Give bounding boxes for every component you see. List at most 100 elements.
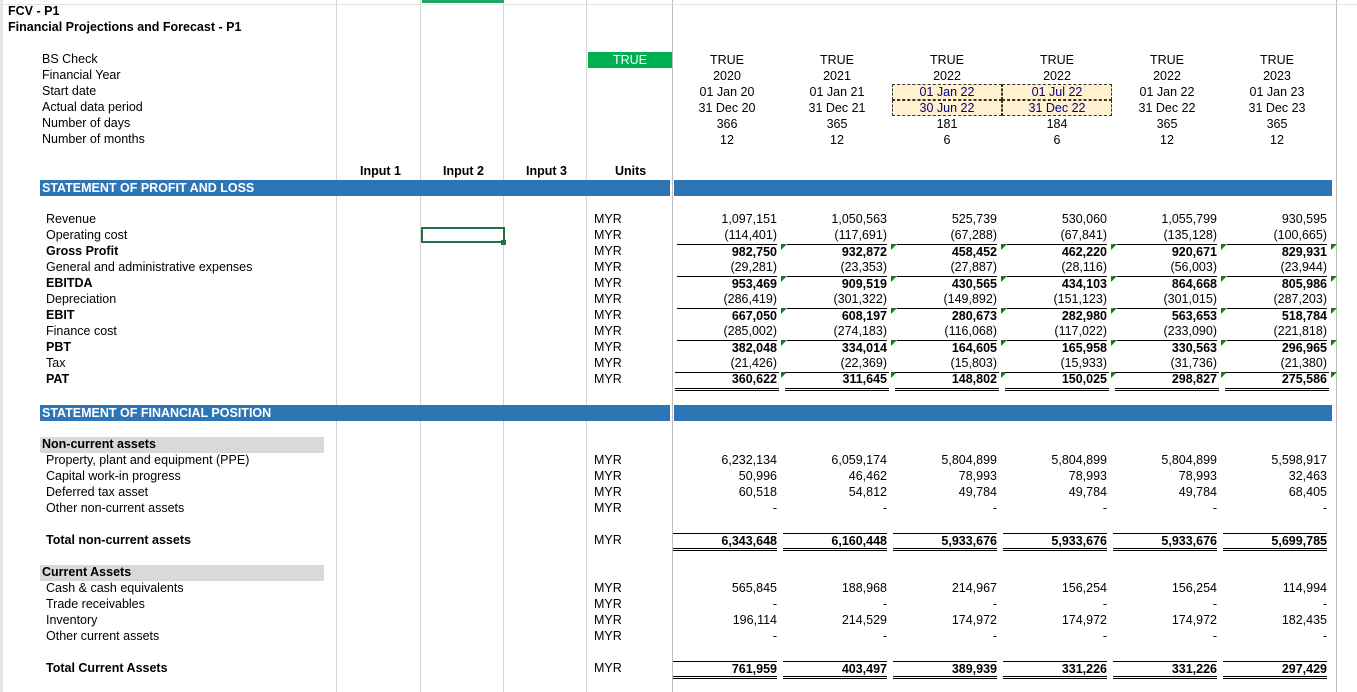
value-cell[interactable]: 182,435 (1227, 613, 1327, 628)
value-cell[interactable]: 114,994 (1227, 581, 1327, 596)
value-cell[interactable]: (56,003) (1117, 260, 1217, 275)
period-year[interactable]: 2023 (1231, 68, 1323, 84)
value-cell[interactable]: 174,972 (1007, 613, 1107, 628)
period-start[interactable]: 01 Jan 20 (681, 84, 773, 100)
value-cell[interactable]: 68,405 (1227, 485, 1327, 500)
period-months[interactable]: 12 (1231, 132, 1323, 148)
period-end[interactable]: 31 Dec 22 (1121, 100, 1213, 116)
total-value[interactable]: 5,933,676 (1003, 533, 1107, 551)
total-value[interactable]: 297,429 (1223, 661, 1327, 679)
total-value[interactable]: 5,699,785 (1223, 533, 1327, 551)
value-cell[interactable]: (117,691) (787, 228, 887, 243)
value-cell[interactable]: - (677, 501, 777, 516)
value-cell[interactable]: 49,784 (897, 485, 997, 500)
period-year[interactable]: 2022 (901, 68, 993, 84)
value-cell[interactable]: 78,993 (897, 469, 997, 484)
value-cell[interactable]: 5,804,899 (1007, 453, 1107, 468)
value-cell[interactable]: 54,812 (787, 485, 887, 500)
period-start[interactable]: 01 Jan 23 (1231, 84, 1323, 100)
period-year[interactable]: 2022 (1011, 68, 1103, 84)
value-cell[interactable]: - (897, 501, 997, 516)
value-cell[interactable]: 563,653 (1117, 308, 1217, 324)
value-cell[interactable]: 805,986 (1227, 276, 1327, 292)
total-value[interactable]: 6,343,648 (673, 533, 777, 551)
value-cell[interactable]: (23,944) (1227, 260, 1327, 275)
value-cell[interactable]: 49,784 (1007, 485, 1107, 500)
value-cell[interactable]: (135,128) (1117, 228, 1217, 243)
value-cell[interactable]: - (1227, 597, 1327, 612)
period-months[interactable]: 12 (681, 132, 773, 148)
value-cell[interactable]: (21,426) (677, 356, 777, 371)
period-months[interactable]: 6 (1011, 132, 1103, 148)
value-cell[interactable]: 60,518 (677, 485, 777, 500)
value-cell[interactable]: 46,462 (787, 469, 887, 484)
value-cell[interactable]: 49,784 (1117, 485, 1217, 500)
value-cell[interactable]: 434,103 (1007, 276, 1107, 292)
value-cell[interactable]: 462,220 (1007, 244, 1107, 260)
value-cell[interactable]: 282,980 (1007, 308, 1107, 324)
value-cell[interactable]: - (1007, 501, 1107, 516)
value-cell[interactable]: 458,452 (897, 244, 997, 260)
value-cell[interactable]: (27,887) (897, 260, 997, 275)
period-months[interactable]: 12 (1121, 132, 1213, 148)
value-cell[interactable]: 608,197 (787, 308, 887, 324)
value-cell[interactable]: (100,665) (1227, 228, 1327, 243)
value-cell[interactable]: (67,288) (897, 228, 997, 243)
period-days[interactable]: 365 (791, 116, 883, 132)
period-year[interactable]: 2022 (1121, 68, 1213, 84)
value-cell[interactable]: 518,784 (1227, 308, 1327, 324)
value-cell[interactable]: 214,967 (897, 581, 997, 596)
value-cell[interactable]: - (1117, 629, 1217, 644)
value-cell[interactable]: 275,586 (1227, 372, 1327, 387)
value-cell[interactable]: 932,872 (787, 244, 887, 260)
value-cell[interactable]: 6,059,174 (787, 453, 887, 468)
value-cell[interactable]: (285,002) (677, 324, 777, 339)
period-start[interactable]: 01 Jan 21 (791, 84, 883, 100)
value-cell[interactable]: 280,673 (897, 308, 997, 324)
value-cell[interactable]: 174,972 (897, 613, 997, 628)
value-cell[interactable]: 667,050 (677, 308, 777, 324)
value-cell[interactable]: (301,015) (1117, 292, 1217, 307)
value-cell[interactable]: 164,605 (897, 340, 997, 356)
fill-handle[interactable] (501, 240, 506, 245)
value-cell[interactable]: 5,804,899 (897, 453, 997, 468)
period-end[interactable]: 30 Jun 22 (892, 100, 1002, 116)
value-cell[interactable]: 188,968 (787, 581, 887, 596)
period-days[interactable]: 184 (1011, 116, 1103, 132)
value-cell[interactable]: - (1007, 629, 1107, 644)
value-cell[interactable]: (67,841) (1007, 228, 1107, 243)
value-cell[interactable]: 565,845 (677, 581, 777, 596)
bs-check-cell[interactable]: TRUE (588, 52, 672, 68)
value-cell[interactable]: (151,123) (1007, 292, 1107, 307)
value-cell[interactable]: 829,931 (1227, 244, 1327, 260)
value-cell[interactable]: (274,183) (787, 324, 887, 339)
period-days[interactable]: 366 (681, 116, 773, 132)
period-check[interactable]: TRUE (681, 52, 773, 68)
value-cell[interactable]: 78,993 (1007, 469, 1107, 484)
value-cell[interactable]: 909,519 (787, 276, 887, 292)
value-cell[interactable]: 330,563 (1117, 340, 1217, 356)
value-cell[interactable]: (221,818) (1227, 324, 1327, 339)
value-cell[interactable]: 930,595 (1227, 212, 1327, 227)
value-cell[interactable]: 196,114 (677, 613, 777, 628)
value-cell[interactable]: (21,380) (1227, 356, 1327, 371)
period-end[interactable]: 31 Dec 21 (791, 100, 883, 116)
value-cell[interactable]: - (787, 501, 887, 516)
value-cell[interactable]: 1,097,151 (677, 212, 777, 227)
value-cell[interactable]: 174,972 (1117, 613, 1217, 628)
value-cell[interactable]: (28,116) (1007, 260, 1107, 275)
value-cell[interactable]: 953,469 (677, 276, 777, 292)
value-cell[interactable]: 982,750 (677, 244, 777, 260)
value-cell[interactable]: (117,022) (1007, 324, 1107, 339)
value-cell[interactable]: (114,401) (677, 228, 777, 243)
value-cell[interactable]: (31,736) (1117, 356, 1217, 371)
value-cell[interactable]: 6,232,134 (677, 453, 777, 468)
period-year[interactable]: 2021 (791, 68, 883, 84)
total-value[interactable]: 761,959 (673, 661, 777, 679)
active-cell[interactable] (421, 227, 505, 243)
period-check[interactable]: TRUE (1121, 52, 1213, 68)
value-cell[interactable]: 360,622 (677, 372, 777, 387)
total-value[interactable]: 5,933,676 (893, 533, 997, 551)
value-cell[interactable]: (149,892) (897, 292, 997, 307)
value-cell[interactable]: 530,060 (1007, 212, 1107, 227)
